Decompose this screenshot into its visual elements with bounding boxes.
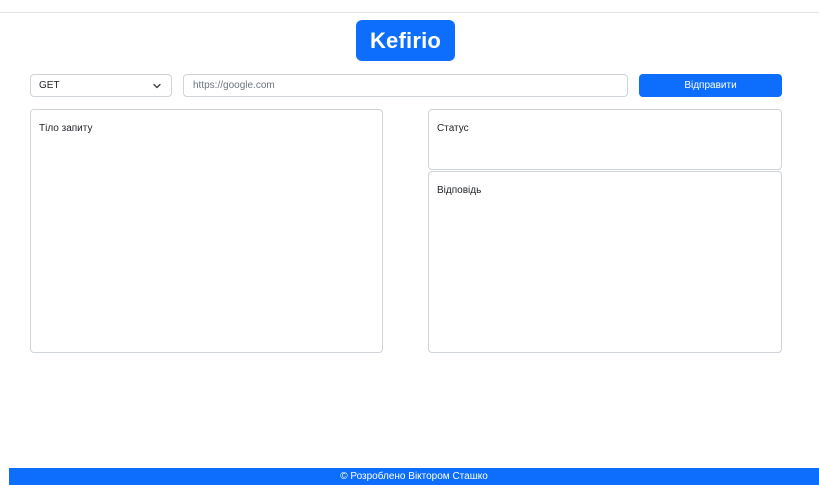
send-button-label: Відправити — [684, 80, 737, 91]
response-textarea[interactable] — [428, 171, 782, 353]
footer: © Розроблено Віктором Сташко — [9, 468, 819, 485]
footer-credit: © Розроблено Віктором Сташко — [340, 471, 488, 482]
top-divider — [0, 12, 819, 13]
logo-text: Kefirio — [369, 27, 442, 53]
chevron-down-icon — [149, 78, 165, 94]
page: Kefirio GET Відправити © Розроблено Вікт… — [0, 0, 819, 485]
status-textarea[interactable] — [428, 109, 782, 170]
method-select-value: GET — [39, 80, 60, 91]
url-input[interactable] — [183, 74, 628, 97]
send-button[interactable]: Відправити — [639, 74, 782, 97]
app-logo: Kefirio — [356, 20, 455, 61]
request-body-textarea[interactable] — [30, 109, 383, 353]
method-select[interactable]: GET — [30, 74, 172, 97]
